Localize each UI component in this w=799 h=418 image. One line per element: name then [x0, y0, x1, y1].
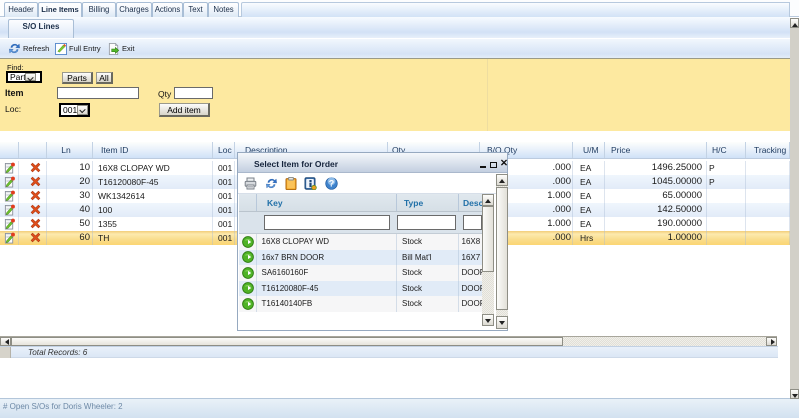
svg-text:?: ? — [329, 179, 335, 189]
